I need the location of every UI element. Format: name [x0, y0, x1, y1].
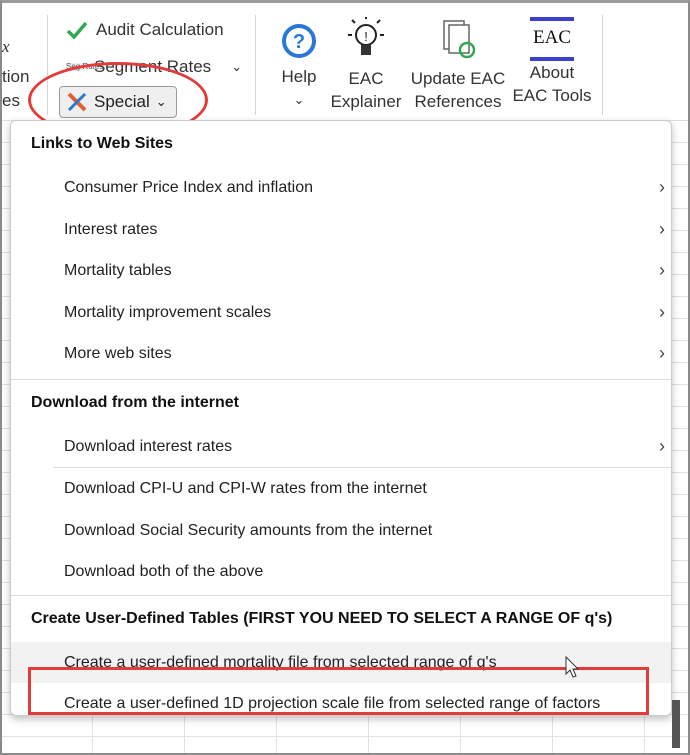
window-frame [0, 0, 690, 755]
